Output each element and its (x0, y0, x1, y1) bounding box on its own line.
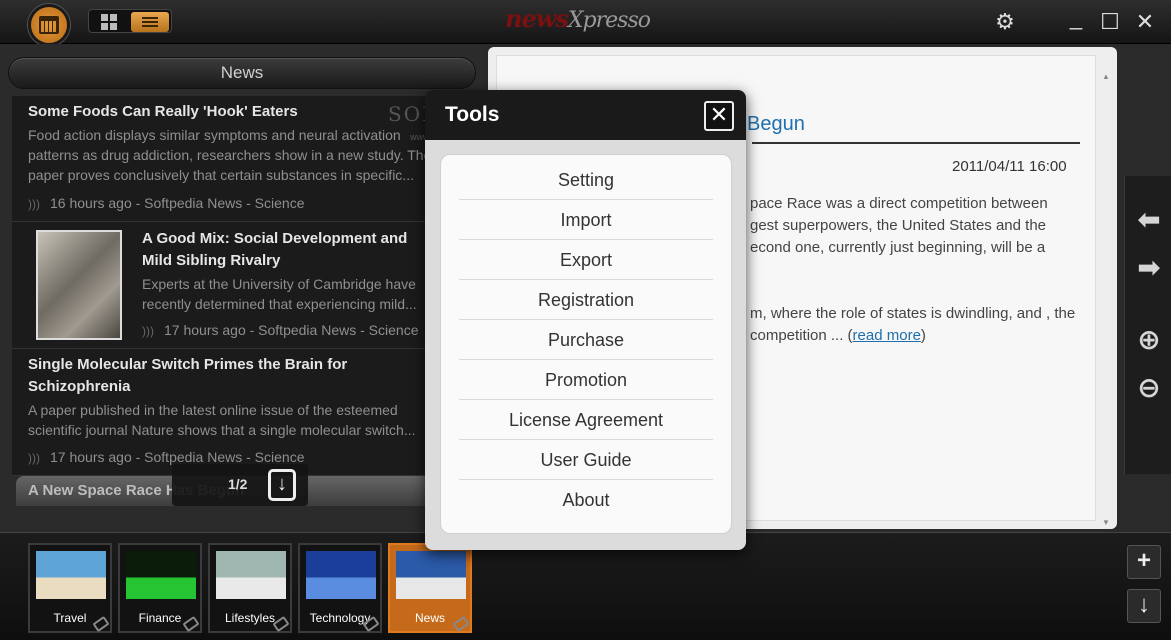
maximize-button[interactable]: ☐ (1095, 8, 1125, 36)
article-paragraph: pace Race was a direct competition betwe… (750, 195, 1048, 256)
grid-view-button[interactable] (97, 13, 123, 31)
scroll-up-icon[interactable]: ▲ (1101, 72, 1111, 81)
minimize-button[interactable]: _ (1061, 4, 1091, 32)
pager: 1/2 ↓ (172, 464, 308, 506)
next-page-down-arrow-icon[interactable]: ↓ (268, 469, 296, 501)
menu-item-setting[interactable]: Setting (459, 160, 713, 200)
close-dialog-button[interactable]: ✕ (704, 101, 734, 131)
page-indicator: 1/2 (228, 476, 248, 492)
category-news[interactable]: News (388, 543, 472, 633)
scroll-down-icon[interactable]: ▼ (1101, 518, 1111, 527)
view-toggle (88, 9, 172, 33)
menu-item-promotion[interactable]: Promotion (459, 360, 713, 400)
add-category-lock-icon[interactable]: + (1127, 545, 1161, 579)
news-item-meta: ))) 16 hours ago - Softpedia News - Scien… (28, 193, 438, 214)
reader-tool-strip: ⬅ ➡ ⊕ ⊖ (1124, 176, 1171, 474)
news-item[interactable]: Single Molecular Switch Primes the Brain… (12, 349, 478, 476)
title-bar: newsXpresso ⚙ _ ☐ ✕ (0, 0, 1171, 46)
category-thumbnail (216, 551, 286, 599)
tools-dialog: Tools ✕ Setting Import Export Registrati… (425, 90, 746, 550)
news-item-title[interactable]: Some Foods Can Really 'Hook' Eaters (28, 101, 438, 123)
news-item-title[interactable]: A Good Mix: Social Development and Mild … (142, 228, 428, 272)
article-paragraph: m, where the role of states is dwindling… (750, 305, 1076, 344)
category-thumbnail (396, 551, 466, 599)
menu-item-export[interactable]: Export (459, 240, 713, 280)
news-item-meta: ))) 17 hours ago - Softpedia News - Scien… (142, 320, 428, 341)
category-thumbnail (306, 551, 376, 599)
menu-item-about[interactable]: About (459, 480, 713, 520)
menu-item-registration[interactable]: Registration (459, 280, 713, 320)
news-header: News (8, 57, 476, 89)
previous-arrow-icon[interactable]: ⬅ (1131, 202, 1167, 238)
news-item-title[interactable]: Single Molecular Switch Primes the Brain… (28, 354, 438, 398)
list-view-button[interactable] (131, 12, 169, 32)
zoom-out-icon[interactable]: ⊖ (1131, 370, 1167, 406)
rss-icon: ))) (28, 197, 40, 211)
close-window-button[interactable]: ✕ (1130, 8, 1160, 36)
category-travel[interactable]: Travel (28, 543, 112, 633)
category-thumbnail (126, 551, 196, 599)
calendar-button[interactable] (28, 4, 70, 46)
move-to-bottom-icon[interactable]: ↓ (1127, 589, 1161, 623)
menu-item-user-guide[interactable]: User Guide (459, 440, 713, 480)
news-item-summary: Food action displays similar symptoms an… (28, 127, 432, 183)
rss-icon: ))) (142, 324, 154, 338)
settings-gear-icon[interactable]: ⚙ (990, 8, 1020, 36)
app-logo: newsXpresso (505, 4, 651, 33)
tools-menu: Setting Import Export Registration Purch… (440, 154, 732, 534)
category-lifestyles[interactable]: Lifestyles (208, 543, 292, 633)
news-item-summary: A paper published in the latest online i… (28, 402, 416, 438)
article-title: Begun (747, 113, 805, 135)
article-date: 2011/04/11 16:00 (952, 158, 1067, 175)
menu-item-license-agreement[interactable]: License Agreement (459, 400, 713, 440)
title-divider (752, 142, 1080, 144)
rss-icon: ))) (28, 451, 40, 465)
next-arrow-icon[interactable]: ➡ (1131, 250, 1167, 286)
news-item[interactable]: A Good Mix: Social Development and Mild … (12, 222, 478, 349)
zoom-in-icon[interactable]: ⊕ (1131, 322, 1167, 358)
category-thumbnail (36, 551, 106, 599)
dialog-title: Tools (445, 103, 500, 126)
news-item-photo (36, 230, 122, 340)
menu-item-import[interactable]: Import (459, 200, 713, 240)
news-item-summary: Experts at the University of Cambridge h… (142, 276, 417, 312)
read-more-link[interactable]: read more (853, 327, 921, 344)
category-technology[interactable]: Technology (298, 543, 382, 633)
news-list: Some Foods Can Really 'Hook' Eaters Food… (12, 96, 478, 476)
menu-item-purchase[interactable]: Purchase (459, 320, 713, 360)
category-finance[interactable]: Finance (118, 543, 202, 633)
article-scrollbar[interactable]: ▲ ▼ (1101, 72, 1111, 528)
calendar-icon (39, 16, 59, 34)
